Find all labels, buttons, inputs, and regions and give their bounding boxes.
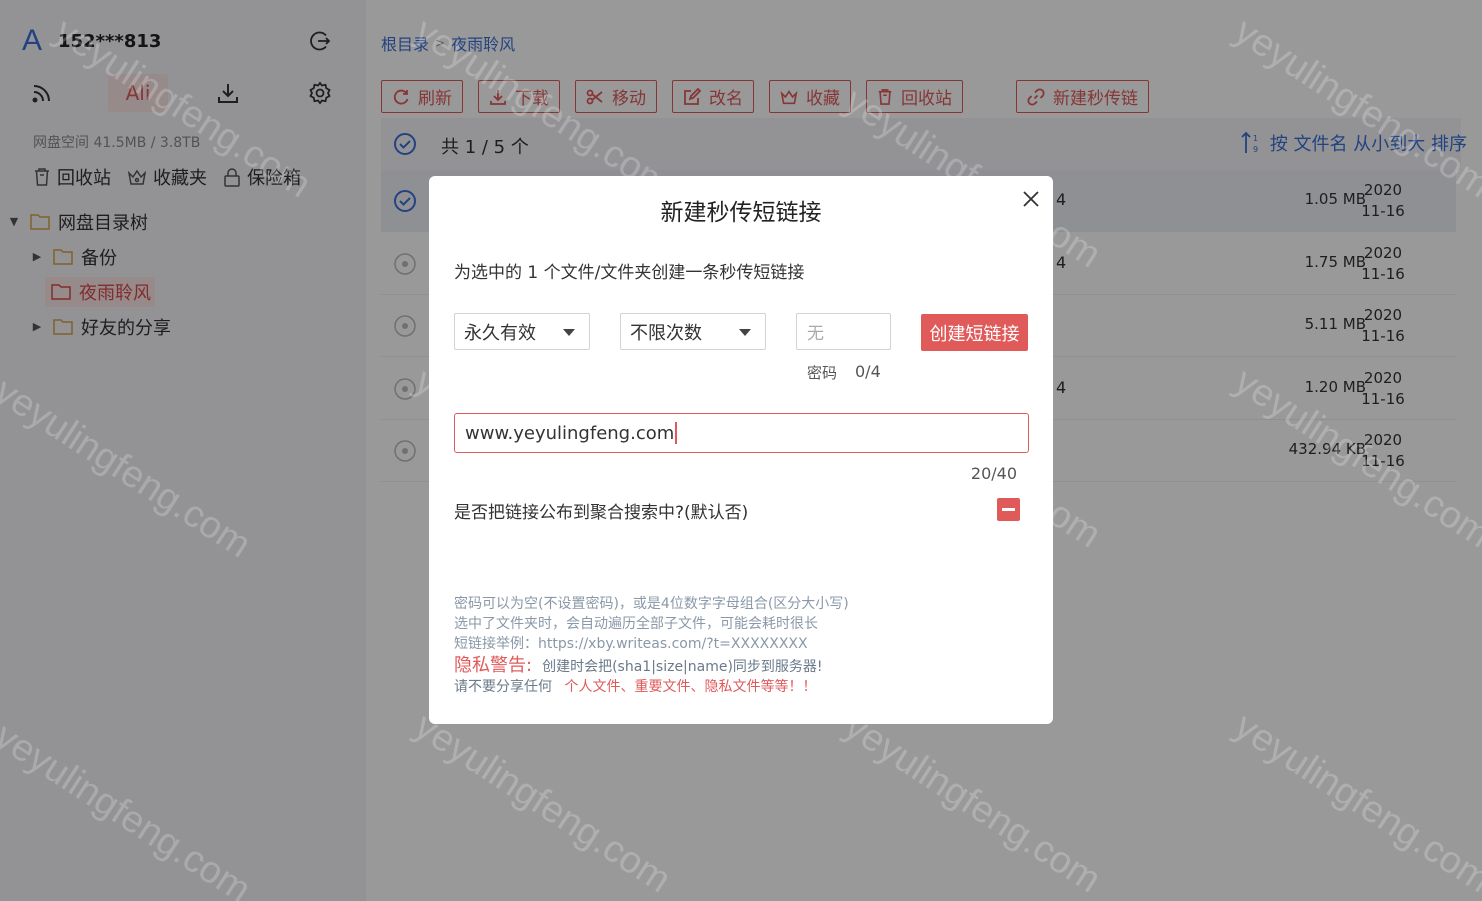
privacy-warning-body: 创建时会把(sha1|size|name)同步到服务器! bbox=[542, 659, 823, 675]
password-char-count: 0/4 bbox=[855, 362, 881, 381]
text-cursor bbox=[675, 422, 678, 444]
watermark: yeyulingfeng.com bbox=[47, 10, 319, 207]
privacy-warning-title: 隐私警告: bbox=[454, 655, 533, 676]
privacy-notice-prefix: 请不要分享任何 bbox=[454, 679, 552, 695]
password-input[interactable]: 无 bbox=[796, 313, 891, 350]
publish-question: 是否把链接公布到聚合搜索中?(默认否) bbox=[454, 503, 749, 523]
privacy-warning: 隐私警告: 创建时会把(sha1|size|name)同步到服务器! bbox=[454, 656, 849, 677]
watermark: yeyulingfeng.com bbox=[1227, 360, 1482, 557]
caret-down-icon bbox=[563, 329, 575, 336]
caret-down-icon bbox=[739, 329, 751, 336]
link-title-input[interactable]: www.yeyulingfeng.com bbox=[454, 413, 1029, 453]
publish-toggle[interactable] bbox=[997, 498, 1020, 521]
expire-select[interactable]: 永久有效 bbox=[454, 313, 590, 350]
title-char-count: 20/40 bbox=[970, 464, 1017, 483]
watermark: yeyulingfeng.com bbox=[407, 705, 679, 901]
note-line: 选中了文件夹时，会自动遍历全部子文件，可能会耗时很长 bbox=[454, 616, 818, 632]
password-placeholder: 无 bbox=[807, 324, 824, 344]
new-short-link-dialog: 新建秒传短链接 为选中的 1 个文件/文件夹创建一条秒传短链接 永久有效 不限次… bbox=[429, 176, 1053, 724]
close-icon[interactable] bbox=[1021, 189, 1041, 209]
dialog-title: 新建秒传短链接 bbox=[660, 200, 822, 226]
create-link-button[interactable]: 创建短链接 bbox=[921, 314, 1028, 351]
dialog-description: 为选中的 1 个文件/文件夹创建一条秒传短链接 bbox=[454, 263, 805, 283]
privacy-notice-emphasis: 个人文件、重要文件、隐私文件等等！！ bbox=[564, 679, 817, 695]
note-line: 短链接举例：https://xby.writeas.com/?t=XXXXXXX… bbox=[454, 636, 808, 652]
privacy-notice: 请不要分享任何 个人文件、重要文件、隐私文件等等！！ bbox=[454, 677, 849, 697]
watermark: yeyulingfeng.com bbox=[0, 370, 259, 567]
watermark: yeyulingfeng.com bbox=[1227, 705, 1482, 901]
note-line: 密码可以为空(不设置密码)，或是4位数字字母组合(区分大小写) bbox=[454, 596, 849, 612]
password-label: 密码 bbox=[807, 364, 838, 382]
watermark: yeyulingfeng.com bbox=[0, 715, 259, 901]
help-notes: 密码可以为空(不设置密码)，或是4位数字字母组合(区分大小写) 选中了文件夹时，… bbox=[454, 594, 849, 697]
link-title-value: www.yeyulingfeng.com bbox=[465, 422, 675, 444]
watermark: yeyulingfeng.com bbox=[1227, 10, 1482, 207]
watermark: yeyulingfeng.com bbox=[837, 705, 1109, 901]
times-select[interactable]: 不限次数 bbox=[620, 313, 766, 350]
expire-select-value: 永久有效 bbox=[464, 322, 536, 344]
times-select-value: 不限次数 bbox=[630, 322, 702, 344]
